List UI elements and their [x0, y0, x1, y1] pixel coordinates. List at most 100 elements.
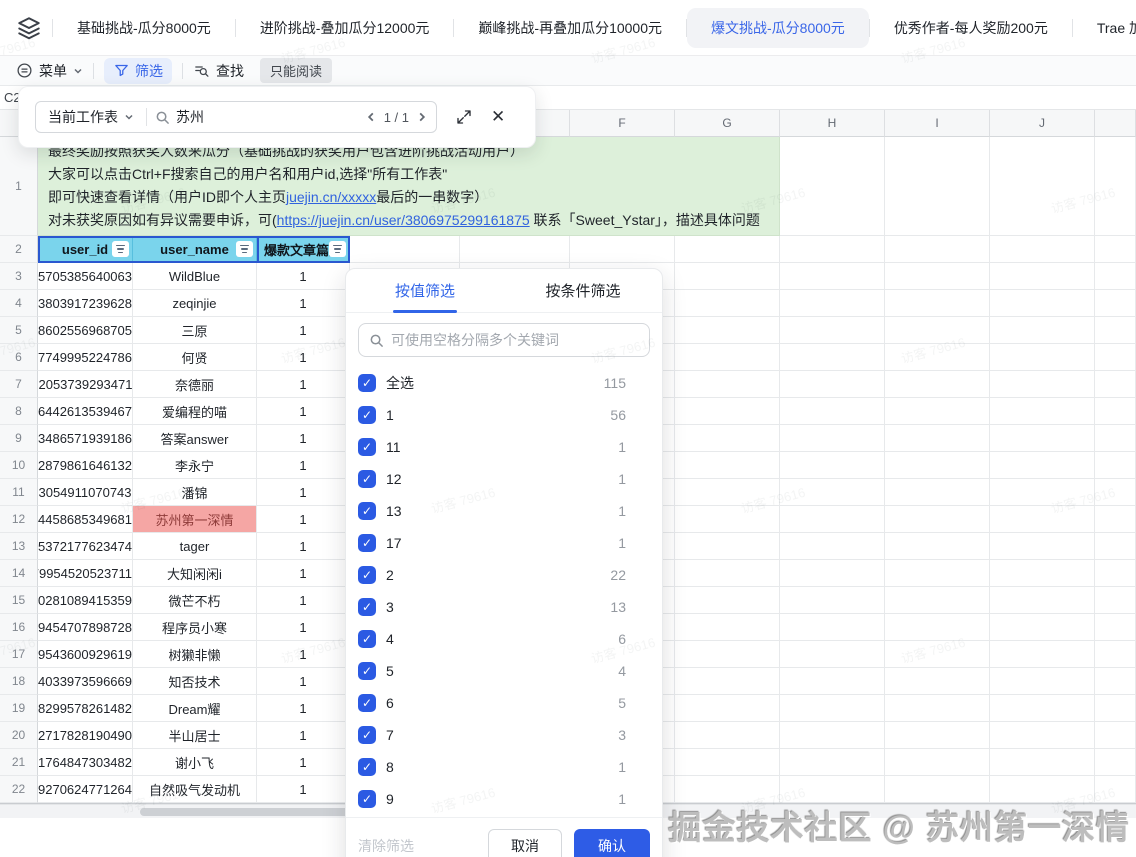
empty-cell[interactable]: [1095, 371, 1136, 398]
sheets-stack-icon[interactable]: [16, 15, 42, 41]
empty-cell[interactable]: [675, 398, 780, 425]
user-name-cell[interactable]: 潘锦: [133, 479, 257, 506]
row-number[interactable]: 16: [0, 614, 38, 641]
checkbox-checked[interactable]: ✓: [358, 790, 376, 808]
empty-cell[interactable]: [990, 425, 1095, 452]
user-name-cell[interactable]: 大知闲闲i: [133, 560, 257, 587]
user-id-cell[interactable]: 140339735966695: [38, 668, 133, 695]
confirm-button[interactable]: 确认: [574, 829, 650, 857]
empty-cell[interactable]: [885, 236, 990, 263]
empty-cell[interactable]: [1095, 506, 1136, 533]
notice-link[interactable]: juejin.cn/xxxxx: [286, 189, 376, 205]
empty-cell[interactable]: [990, 668, 1095, 695]
empty-cell[interactable]: [885, 425, 990, 452]
column-letter[interactable]: I: [885, 110, 990, 137]
user-name-cell[interactable]: 半山居士: [133, 722, 257, 749]
empty-cell[interactable]: [780, 452, 885, 479]
empty-cell[interactable]: [675, 479, 780, 506]
user-id-cell[interactable]: 786025569687054: [38, 317, 133, 344]
article-count-cell[interactable]: 1: [257, 479, 350, 506]
checkbox-checked[interactable]: ✓: [358, 438, 376, 456]
user-name-cell[interactable]: 微芒不朽: [133, 587, 257, 614]
user-id-cell[interactable]: 282995782614827: [38, 695, 133, 722]
row-number[interactable]: 19: [0, 695, 38, 722]
empty-cell[interactable]: [780, 479, 885, 506]
empty-cell[interactable]: [885, 479, 990, 506]
clear-filter-button[interactable]: 清除筛选: [358, 836, 414, 856]
row-number[interactable]: 12: [0, 506, 38, 533]
user-name-cell[interactable]: zeqinjie: [133, 290, 257, 317]
empty-cell[interactable]: [885, 263, 990, 290]
empty-cell[interactable]: [1095, 317, 1136, 344]
empty-cell[interactable]: [990, 695, 1095, 722]
article-count-cell[interactable]: 1: [257, 722, 350, 749]
row-number[interactable]: 13: [0, 533, 38, 560]
user-name-cell[interactable]: 答案answer: [133, 425, 257, 452]
empty-cell[interactable]: [350, 236, 460, 263]
empty-cell[interactable]: [885, 533, 990, 560]
user-id-cell[interactable]: 892706247712647: [38, 776, 133, 803]
checkbox-checked[interactable]: ✓: [358, 566, 376, 584]
empty-cell[interactable]: [885, 587, 990, 614]
empty-cell[interactable]: [675, 587, 780, 614]
row-number[interactable]: 10: [0, 452, 38, 479]
column-letter[interactable]: H: [780, 110, 885, 137]
empty-cell[interactable]: [675, 722, 780, 749]
empty-cell[interactable]: [780, 371, 885, 398]
user-name-cell[interactable]: 苏州第一深情: [133, 506, 257, 533]
menu-button[interactable]: 菜单: [16, 61, 83, 81]
empty-cell[interactable]: [780, 398, 885, 425]
sheet-tab[interactable]: 爆文挑战-瓜分8000元: [687, 8, 869, 48]
filter-value-item[interactable]: ✓111: [346, 431, 662, 463]
column-filter-icon[interactable]: [236, 241, 253, 257]
empty-cell[interactable]: [885, 398, 990, 425]
user-name-cell[interactable]: 李永宁: [133, 452, 257, 479]
empty-cell[interactable]: [885, 371, 990, 398]
filter-value-item[interactable]: ✓全选115: [346, 367, 662, 399]
empty-cell[interactable]: [780, 506, 885, 533]
cancel-button[interactable]: 取消: [488, 829, 562, 857]
empty-cell[interactable]: [990, 722, 1095, 749]
sheet-tab[interactable]: 进阶挑战-叠加瓜分12000元: [236, 8, 454, 48]
empty-cell[interactable]: [990, 398, 1095, 425]
filter-value-item[interactable]: ✓65: [346, 687, 662, 719]
sheet-tab[interactable]: 基础挑战-瓜分8000元: [53, 8, 235, 48]
empty-cell[interactable]: [990, 560, 1095, 587]
row-number[interactable]: 11: [0, 479, 38, 506]
row-number[interactable]: 8: [0, 398, 38, 425]
user-name-cell[interactable]: 三原: [133, 317, 257, 344]
empty-cell[interactable]: [990, 344, 1095, 371]
empty-cell[interactable]: [780, 587, 885, 614]
row-number[interactable]: 6: [0, 344, 38, 371]
row-number[interactable]: 1: [0, 137, 38, 236]
empty-cell[interactable]: [885, 560, 990, 587]
empty-cell[interactable]: [990, 587, 1095, 614]
row-number[interactable]: 22: [0, 776, 38, 803]
row-number[interactable]: 14: [0, 560, 38, 587]
checkbox-checked[interactable]: ✓: [358, 374, 376, 392]
sheet-tab[interactable]: 巅峰挑战-再叠加瓜分10000元: [454, 8, 686, 48]
empty-cell[interactable]: [675, 668, 780, 695]
empty-cell[interactable]: [460, 236, 570, 263]
empty-cell[interactable]: [780, 317, 885, 344]
user-id-cell[interactable]: 957053856400634: [38, 263, 133, 290]
user-name-cell[interactable]: 爱编程的喵: [133, 398, 257, 425]
empty-cell[interactable]: [990, 614, 1095, 641]
tab-filter-by-value[interactable]: 按值筛选: [346, 269, 504, 312]
empty-cell[interactable]: [885, 749, 990, 776]
filter-value-item[interactable]: ✓121: [346, 463, 662, 495]
empty-cell[interactable]: [990, 749, 1095, 776]
row-number[interactable]: 18: [0, 668, 38, 695]
empty-cell[interactable]: [780, 560, 885, 587]
empty-cell[interactable]: [1095, 614, 1136, 641]
article-count-cell[interactable]: 1: [257, 749, 350, 776]
empty-cell[interactable]: [780, 722, 885, 749]
sheet-tab[interactable]: Trae 加成瓜分: [1073, 8, 1136, 48]
empty-cell[interactable]: [885, 722, 990, 749]
user-name-cell[interactable]: 自然吸气发动机: [133, 776, 257, 803]
empty-cell[interactable]: [780, 749, 885, 776]
empty-cell[interactable]: [885, 137, 990, 236]
empty-cell[interactable]: [675, 371, 780, 398]
close-search-button[interactable]: ✕: [491, 107, 505, 127]
article-count-cell[interactable]: 1: [257, 614, 350, 641]
